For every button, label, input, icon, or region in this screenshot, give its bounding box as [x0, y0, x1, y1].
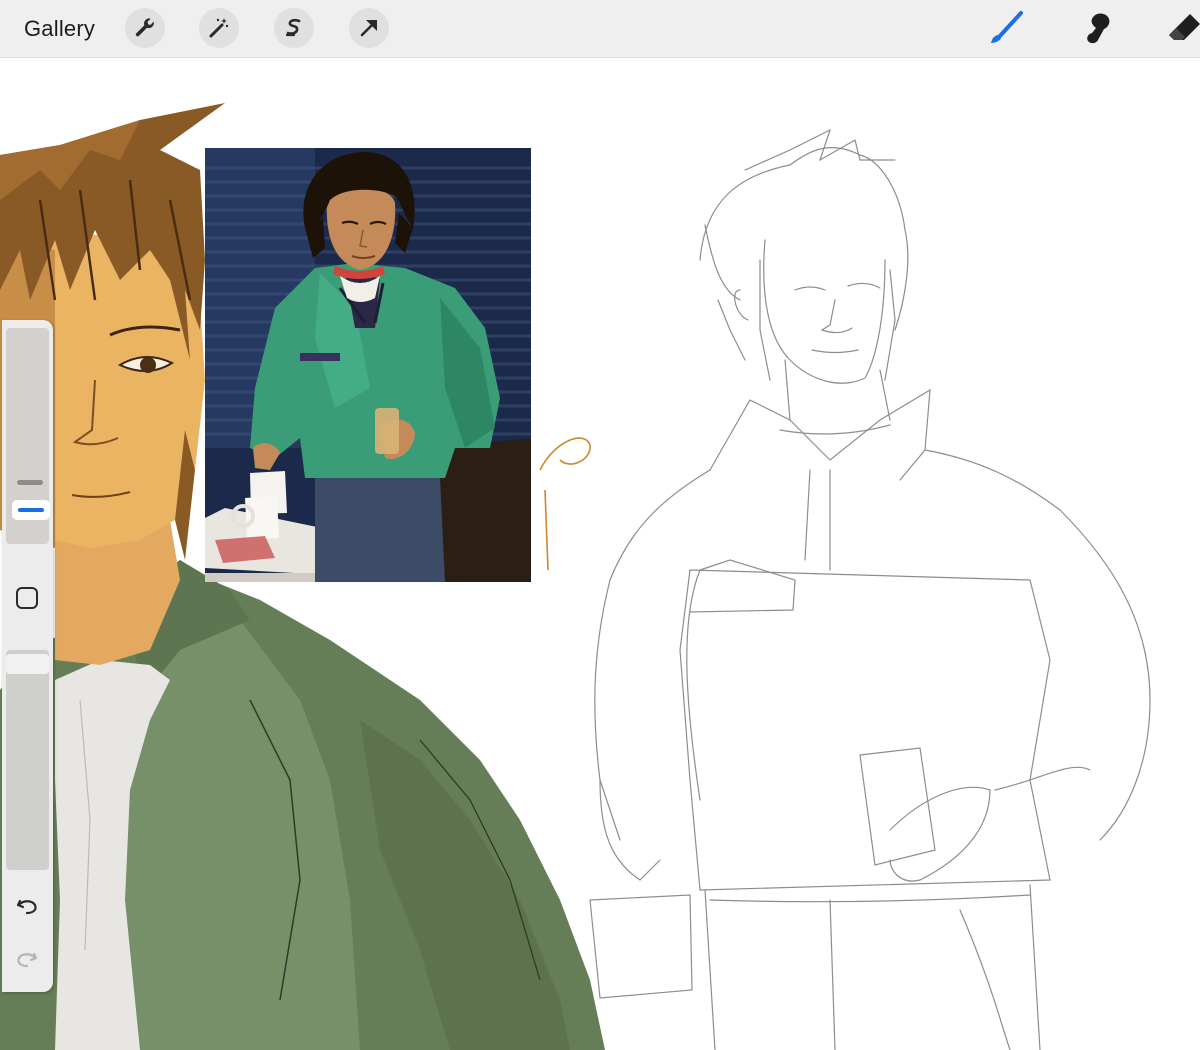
brush-icon[interactable]	[985, 10, 1025, 48]
undo-icon[interactable]	[14, 893, 40, 919]
eraser-icon[interactable]	[1162, 10, 1200, 48]
smudge-icon[interactable]	[1078, 10, 1118, 48]
magic-wand-icon[interactable]	[199, 8, 239, 48]
brush-size-slider[interactable]	[6, 328, 50, 544]
orange-doodle	[539, 437, 591, 571]
brush-sidebar	[2, 320, 53, 992]
selection-icon[interactable]	[274, 8, 314, 48]
drawing-canvas[interactable]	[0, 58, 1200, 1050]
brush-size-indicator	[18, 508, 44, 512]
gallery-button[interactable]: Gallery	[24, 16, 95, 42]
brush-size-preset-marker	[17, 480, 43, 485]
modify-square-icon[interactable]	[15, 586, 39, 610]
reference-photo[interactable]	[205, 148, 531, 582]
redo-icon[interactable]	[14, 946, 40, 972]
move-arrow-icon[interactable]	[349, 8, 389, 48]
opacity-thumb[interactable]	[6, 654, 49, 674]
opacity-slider[interactable]	[6, 650, 49, 870]
pencil-sketch	[589, 128, 1151, 1050]
top-toolbar: Gallery	[0, 0, 1200, 58]
brush-size-thumb[interactable]	[12, 500, 50, 520]
wrench-icon[interactable]	[125, 8, 165, 48]
